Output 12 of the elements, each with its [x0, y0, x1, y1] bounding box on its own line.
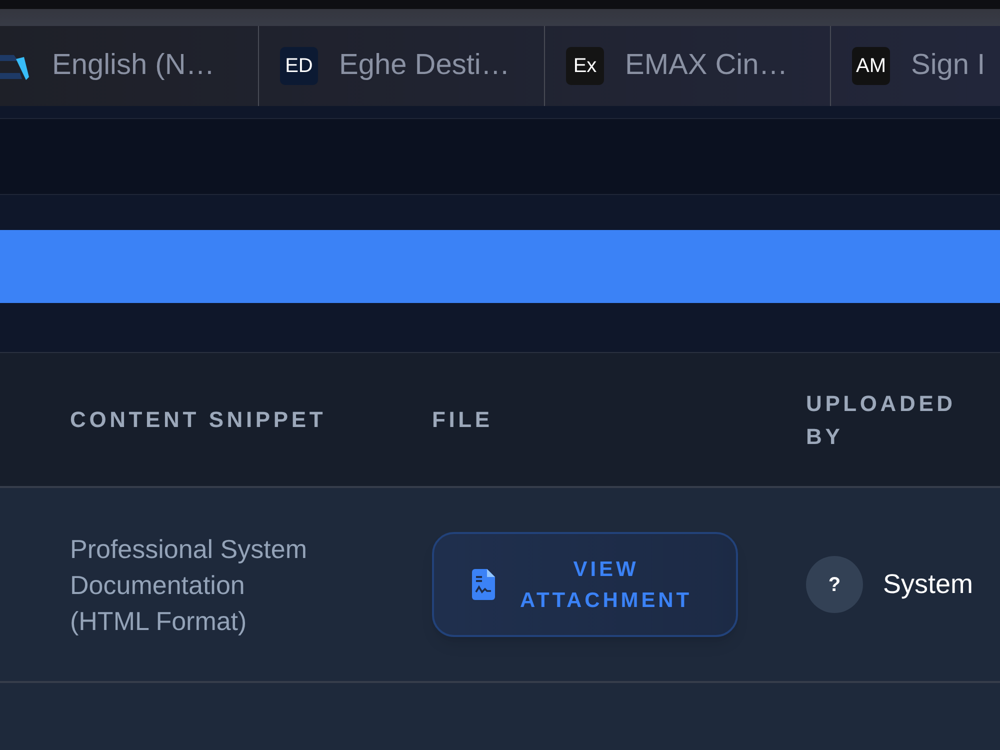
avatar: ?: [806, 556, 863, 613]
site-badge: ED: [280, 47, 318, 85]
column-header: FILE: [432, 407, 493, 432]
site-badge: Ex: [566, 47, 604, 85]
content-snippet: Professional System Documentation (HTML Format): [70, 532, 308, 638]
column-header: CONTENT SNIPPET: [70, 407, 326, 432]
site-badge: AM: [852, 47, 890, 85]
browser-tab[interactable]: English (N…: [0, 26, 258, 106]
column-header: UPLOADED BY: [806, 390, 956, 448]
document-icon: [472, 569, 495, 600]
uploader-name: System: [883, 568, 974, 602]
view-attachment-button[interactable]: VIEW ATTACHMENT: [432, 532, 738, 637]
